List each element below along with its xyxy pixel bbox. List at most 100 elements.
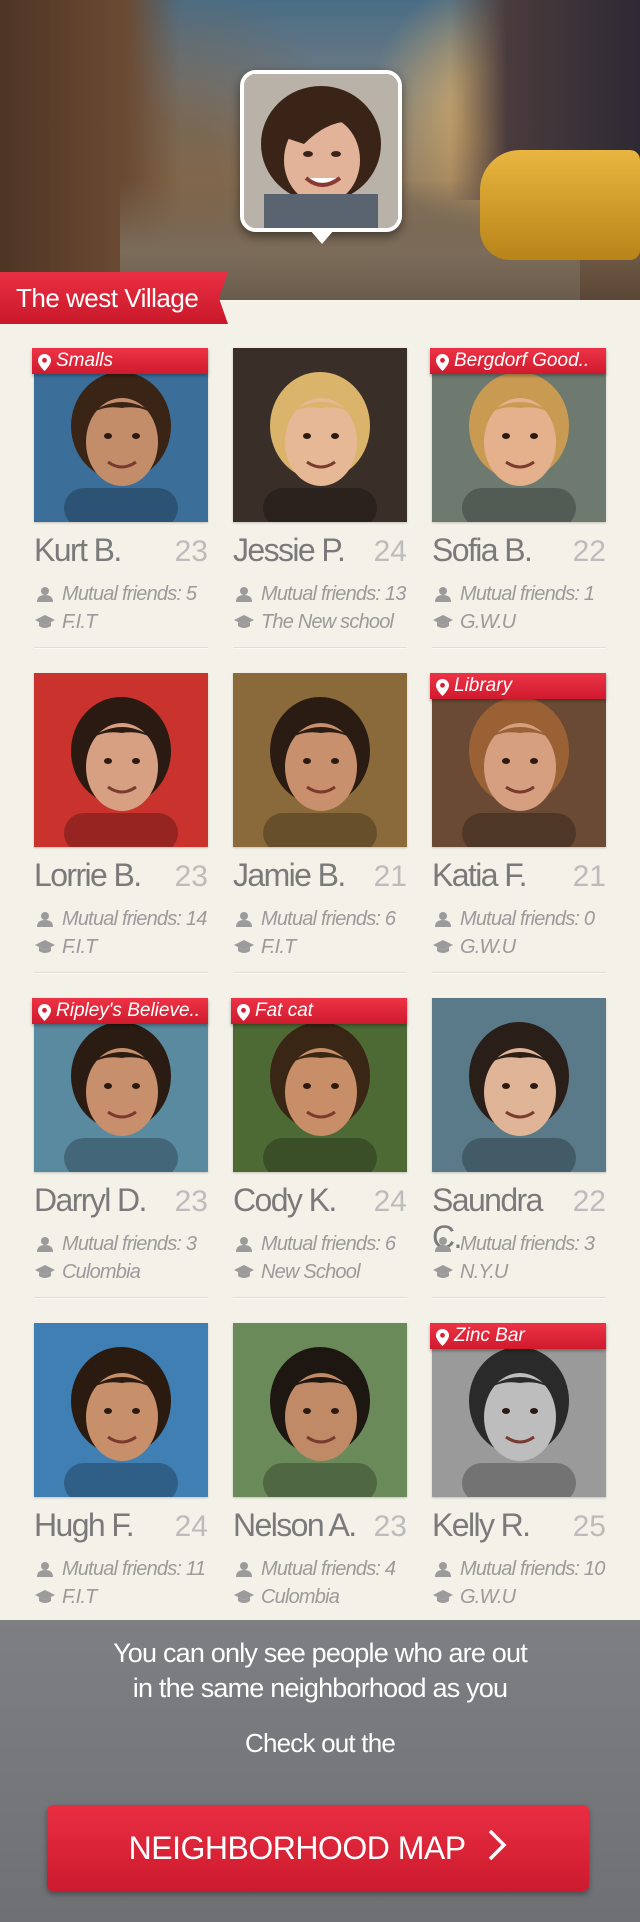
location-tag[interactable]: Library bbox=[430, 673, 606, 699]
card-divider bbox=[34, 1297, 208, 1299]
school-text: New School bbox=[261, 1260, 361, 1283]
footer-info-line1: You can only see people who are out bbox=[113, 1638, 528, 1668]
school-text: F.I.T bbox=[62, 1585, 97, 1608]
person-card[interactable]: Library Katia F. 21 Mutual friends: 0 G.W.U bbox=[430, 673, 606, 998]
person-age: 23 bbox=[373, 1510, 407, 1543]
mutual-friends-text: Mutual friends: 3 bbox=[62, 1232, 197, 1255]
school-row: F.I.T bbox=[233, 933, 407, 961]
location-tag-label: Bergdorf Good.. bbox=[454, 350, 590, 371]
person-card[interactable]: Jamie B. 21 Mutual friends: 6 F.I.T bbox=[233, 673, 407, 998]
graduation-cap-icon bbox=[34, 1265, 56, 1279]
person-card[interactable]: Nelson A. 23 Mutual friends: 4 Culombia bbox=[233, 1323, 407, 1648]
person-photo[interactable] bbox=[432, 998, 606, 1172]
school-row: F.I.T bbox=[34, 608, 208, 636]
person-photo[interactable] bbox=[233, 1323, 407, 1497]
person-card[interactable]: Bergdorf Good.. Sofia B. 22 Mutual friends:… bbox=[430, 348, 606, 673]
map-pin-icon bbox=[237, 1003, 250, 1024]
neighborhood-map-button[interactable]: NEIGHBORHOOD MAP bbox=[47, 1805, 589, 1891]
person-photo[interactable] bbox=[34, 1323, 208, 1497]
person-age: 21 bbox=[572, 860, 606, 893]
person-card[interactable]: Jessie P. 24 Mutual friends: 13 The New sch… bbox=[233, 348, 407, 673]
location-tag-label: Ripley's Believe.. bbox=[56, 1000, 201, 1021]
location-tag-label: Library bbox=[454, 675, 513, 696]
mutual-friends-row: Mutual friends: 4 bbox=[233, 1555, 407, 1583]
person-card[interactable]: Lorrie B. 23 Mutual friends: 14 F.I.T bbox=[34, 673, 208, 998]
mutual-friends-text: Mutual friends: 5 bbox=[62, 582, 197, 605]
graduation-cap-icon bbox=[233, 1265, 255, 1279]
location-tag[interactable]: Smalls bbox=[32, 348, 208, 374]
mutual-friends-row: Mutual friends: 0 bbox=[432, 905, 606, 933]
mutual-friends-row: Mutual friends: 13 bbox=[233, 580, 407, 608]
name-row: Lorrie B. 23 bbox=[34, 857, 208, 897]
person-icon bbox=[233, 586, 255, 602]
name-row: Kurt B. 23 bbox=[34, 532, 208, 572]
person-icon bbox=[233, 1561, 255, 1577]
person-card[interactable]: Hugh F. 24 Mutual friends: 11 F.I.T bbox=[34, 1323, 208, 1648]
mutual-friends-row: Mutual friends: 5 bbox=[34, 580, 208, 608]
graduation-cap-icon bbox=[34, 615, 56, 629]
current-user-avatar[interactable] bbox=[240, 70, 402, 232]
person-card[interactable]: Saundra C. 22 Mutual friends: 3 N.Y.U bbox=[432, 998, 606, 1323]
person-card[interactable]: Smalls Kurt B. 23 Mutual friends: 5 F.I.T bbox=[32, 348, 208, 673]
school-row: New School bbox=[233, 1258, 407, 1286]
location-tag-label: Fat cat bbox=[255, 1000, 314, 1021]
school-text: The New school bbox=[261, 610, 394, 633]
person-photo[interactable] bbox=[432, 673, 606, 847]
avatar-pointer bbox=[310, 230, 334, 244]
school-text: G.W.U bbox=[460, 610, 516, 633]
graduation-cap-icon bbox=[233, 615, 255, 629]
people-row: Ripley's Believe.. Darryl D. 23 Mutual frie… bbox=[32, 998, 606, 1323]
person-age: 25 bbox=[572, 1510, 606, 1543]
location-tag[interactable]: Fat cat bbox=[231, 998, 407, 1024]
person-icon bbox=[432, 911, 454, 927]
people-row: Hugh F. 24 Mutual friends: 11 F.I.T Nelson A… bbox=[34, 1323, 606, 1648]
person-photo[interactable] bbox=[432, 348, 606, 522]
person-name: Katia F. bbox=[432, 857, 528, 893]
mutual-friends-text: Mutual friends: 11 bbox=[62, 1557, 206, 1580]
person-age: 23 bbox=[174, 1185, 208, 1218]
person-photo[interactable] bbox=[233, 348, 407, 522]
name-row: Kelly R. 25 bbox=[432, 1507, 606, 1547]
person-photo[interactable] bbox=[233, 998, 407, 1172]
footer: You can only see people who are out in t… bbox=[0, 1620, 640, 1922]
person-name: Lorrie B. bbox=[34, 857, 142, 893]
person-photo[interactable] bbox=[233, 673, 407, 847]
map-pin-icon bbox=[436, 1328, 449, 1349]
person-age: 22 bbox=[572, 1185, 606, 1218]
mutual-friends-row: Mutual friends: 6 bbox=[233, 905, 407, 933]
person-photo[interactable] bbox=[34, 673, 208, 847]
person-age: 23 bbox=[174, 860, 208, 893]
school-row: Culombia bbox=[34, 1258, 208, 1286]
school-row: Culombia bbox=[233, 1583, 407, 1611]
person-icon bbox=[34, 586, 56, 602]
person-name: Darryl D. bbox=[34, 1182, 147, 1218]
person-icon bbox=[432, 586, 454, 602]
person-name: Kurt B. bbox=[34, 532, 122, 568]
school-row: N.Y.U bbox=[432, 1258, 606, 1286]
person-photo[interactable] bbox=[34, 348, 208, 522]
card-divider bbox=[233, 972, 407, 974]
person-card[interactable]: Zinc Bar Kelly R. 25 Mutual friends: 10 G.W.… bbox=[430, 1323, 606, 1648]
location-tag[interactable]: Bergdorf Good.. bbox=[430, 348, 606, 374]
school-text: F.I.T bbox=[261, 935, 296, 958]
graduation-cap-icon bbox=[34, 940, 56, 954]
mutual-friends-text: Mutual friends: 3 bbox=[460, 1232, 595, 1255]
school-text: Culombia bbox=[62, 1260, 141, 1283]
location-tag[interactable]: Ripley's Believe.. bbox=[32, 998, 208, 1024]
person-photo[interactable] bbox=[34, 998, 208, 1172]
name-row: Darryl D. 23 bbox=[34, 1182, 208, 1222]
school-text: G.W.U bbox=[460, 1585, 516, 1608]
person-age: 23 bbox=[174, 535, 208, 568]
mutual-friends-text: Mutual friends: 4 bbox=[261, 1557, 396, 1580]
people-row: Lorrie B. 23 Mutual friends: 14 F.I.T Jamie … bbox=[34, 673, 606, 998]
person-icon bbox=[34, 1561, 56, 1577]
person-card[interactable]: Fat cat Cody K. 24 Mutual friends: 6 New Sch… bbox=[231, 998, 407, 1323]
school-text: G.W.U bbox=[460, 935, 516, 958]
person-photo[interactable] bbox=[432, 1323, 606, 1497]
mutual-friends-text: Mutual friends: 14 bbox=[62, 907, 207, 930]
person-icon bbox=[34, 1236, 56, 1252]
name-row: Jamie B. 21 bbox=[233, 857, 407, 897]
location-tag[interactable]: Zinc Bar bbox=[430, 1323, 606, 1349]
neighborhood-ribbon[interactable]: The west Village bbox=[0, 272, 228, 324]
person-card[interactable]: Ripley's Believe.. Darryl D. 23 Mutual frie… bbox=[32, 998, 208, 1323]
